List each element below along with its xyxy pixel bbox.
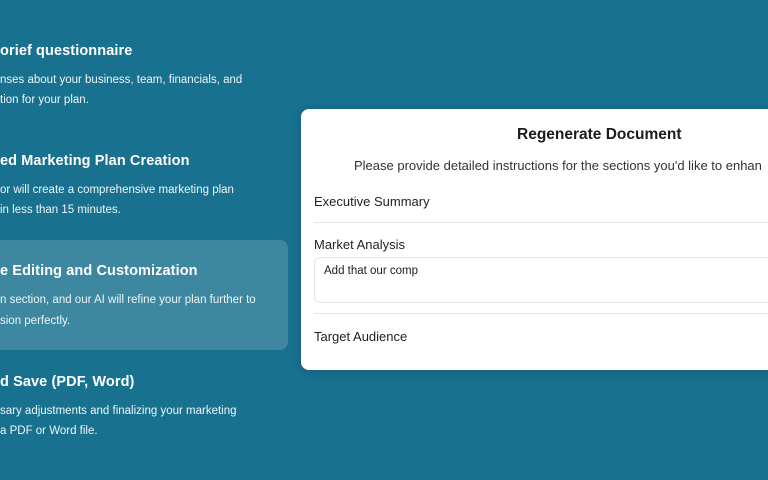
step-title: orief questionnaire (0, 43, 133, 59)
market-analysis-input[interactable]: Add that our comp (314, 257, 768, 303)
step-plan-creation: ed Marketing Plan Creation or will creat… (0, 130, 288, 230)
modal-subtitle: Please provide detailed instructions for… (354, 158, 762, 173)
section-label-executive-summary[interactable]: Executive Summary (314, 194, 430, 209)
step-questionnaire: orief questionnaire nses about your busi… (0, 0, 288, 120)
steps-panel: orief questionnaire nses about your busi… (0, 0, 300, 480)
step-desc-line2: in less than 15 minutes. (0, 204, 121, 216)
step-desc-line2: tion for your plan. (0, 94, 89, 106)
step-title: e Editing and Customization (0, 263, 198, 279)
section-label-market-analysis[interactable]: Market Analysis (314, 237, 405, 252)
step-desc-line1: n section, and our AI will refine your p… (0, 294, 256, 306)
step-editing-customization[interactable]: e Editing and Customization n section, a… (0, 240, 288, 350)
regenerate-document-modal: Regenerate Document Please provide detai… (301, 109, 768, 370)
step-desc-line1: sary adjustments and finalizing your mar… (0, 405, 237, 417)
section-label-target-audience[interactable]: Target Audience (314, 329, 407, 344)
section-divider (314, 313, 768, 314)
step-desc-line1: or will create a comprehensive marketing… (0, 184, 234, 196)
step-title: d Save (PDF, Word) (0, 374, 135, 390)
step-desc-line1: nses about your business, team, financia… (0, 74, 243, 86)
modal-title: Regenerate Document (517, 126, 682, 143)
step-title: ed Marketing Plan Creation (0, 153, 190, 169)
step-desc-line2: a PDF or Word file. (0, 425, 98, 437)
step-save: d Save (PDF, Word) sary adjustments and … (0, 360, 288, 470)
step-desc-line2: sion perfectly. (0, 315, 71, 327)
section-divider (314, 222, 768, 223)
